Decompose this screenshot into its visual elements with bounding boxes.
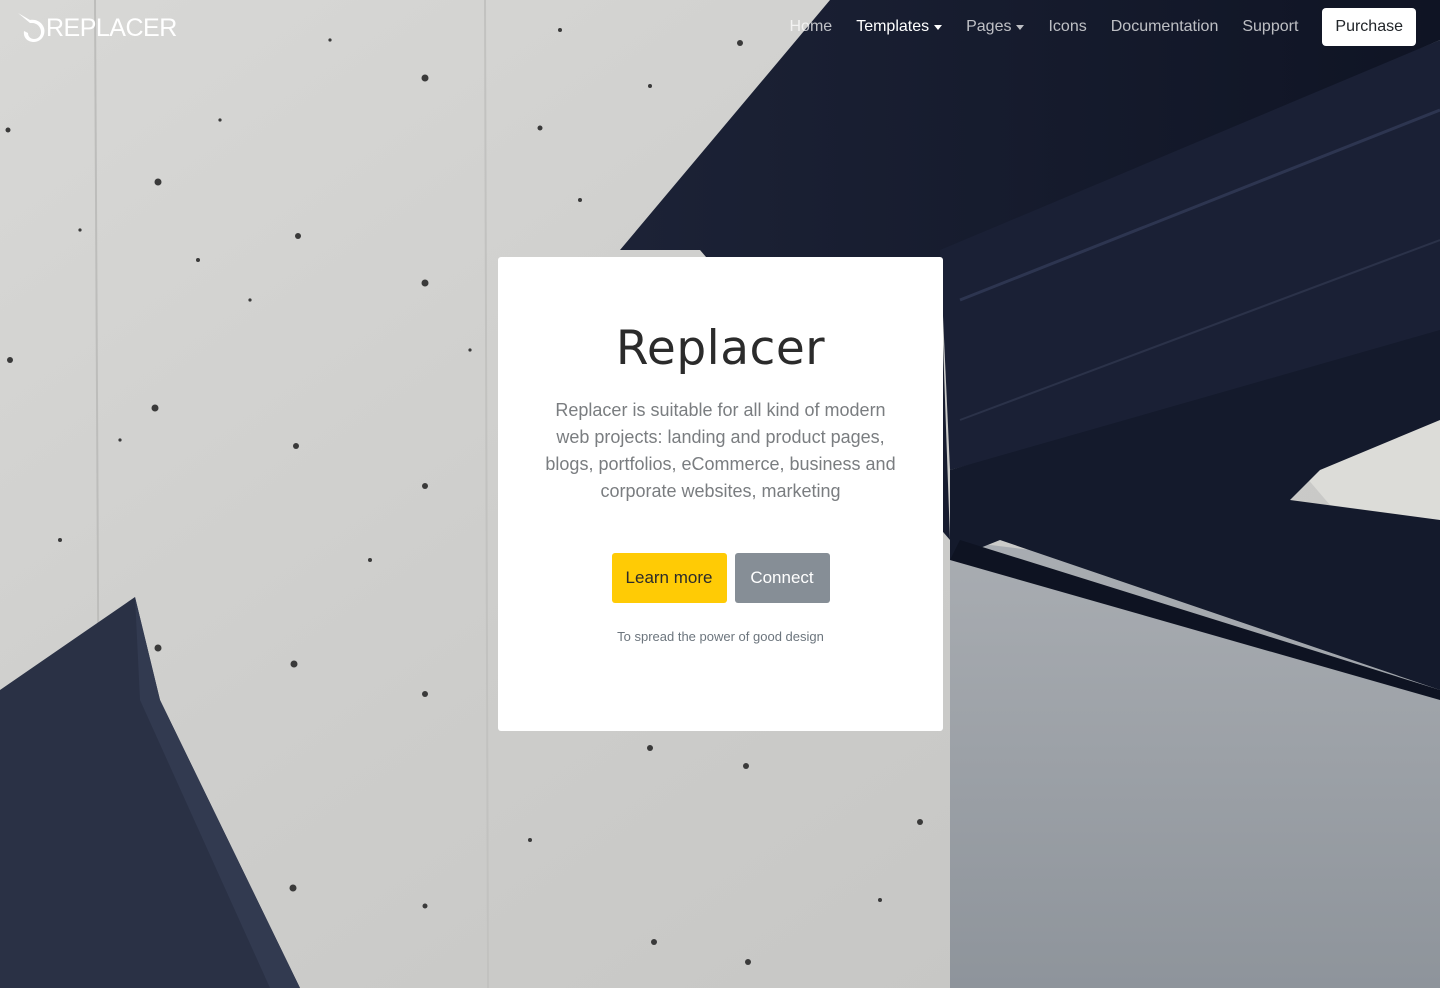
nav-item-documentation[interactable]: Documentation bbox=[1099, 8, 1231, 46]
caret-down-icon bbox=[934, 25, 943, 30]
hero-tagline: To spread the power of good design bbox=[617, 629, 824, 644]
caret-down-icon bbox=[1016, 25, 1025, 30]
nav-item-pages[interactable]: Pages bbox=[954, 8, 1036, 46]
hero-card: Replacer Replacer is suitable for all ki… bbox=[498, 257, 943, 731]
hero-title: Replacer bbox=[615, 321, 826, 376]
connect-button[interactable]: Connect bbox=[734, 553, 830, 603]
top-navbar: REPLACER Home Templates Pages Icons Docu… bbox=[0, 0, 1440, 56]
purchase-button[interactable]: Purchase bbox=[1322, 8, 1416, 46]
nav-item-support[interactable]: Support bbox=[1230, 8, 1310, 46]
nav-item-label: Pages bbox=[966, 18, 1012, 35]
main-nav: Home Templates Pages Icons Documentation… bbox=[778, 8, 1416, 46]
nav-item-icons[interactable]: Icons bbox=[1036, 8, 1098, 46]
brand-name: REPLACER bbox=[46, 13, 177, 42]
nav-item-label: Icons bbox=[1048, 18, 1087, 35]
nav-item-home[interactable]: Home bbox=[778, 8, 845, 46]
nav-item-label: Support bbox=[1242, 18, 1299, 35]
nav-item-label: Templates bbox=[856, 18, 930, 35]
nav-item-label: Home bbox=[789, 18, 833, 35]
hero-description: Replacer is suitable for all kind of mod… bbox=[545, 400, 896, 501]
rocket-swoosh-icon bbox=[18, 13, 45, 42]
brand-logo-link[interactable]: REPLACER bbox=[16, 8, 177, 48]
nav-item-templates[interactable]: Templates bbox=[844, 8, 954, 46]
nav-item-label: Documentation bbox=[1110, 18, 1219, 35]
learn-more-button[interactable]: Learn more bbox=[611, 553, 727, 603]
hero-buttons: Learn more Connect bbox=[498, 553, 943, 603]
